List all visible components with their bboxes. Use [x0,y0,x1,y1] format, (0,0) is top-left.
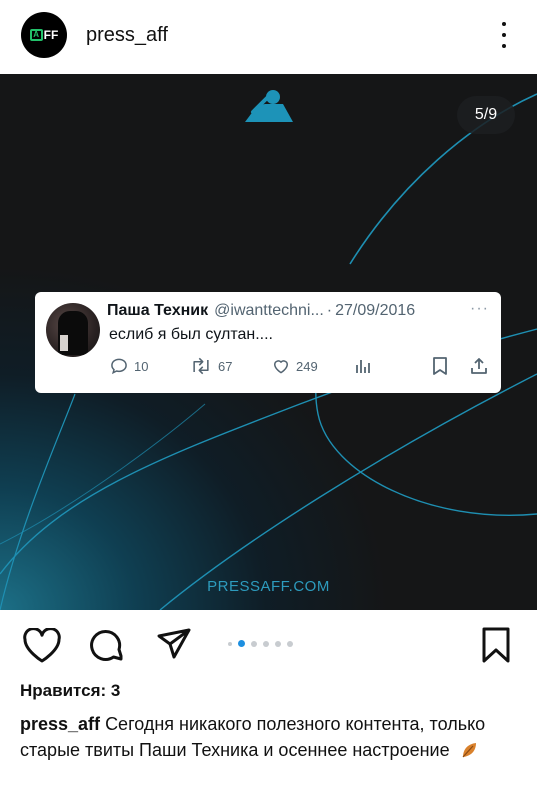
post-caption: press_aff Сегодня никакого полезного кон… [20,711,520,763]
tweet-card: Паша Техник @iwanttechni... · 27/09/2016… [35,292,501,393]
tweet-like: 249 [271,356,318,376]
tweet-date: 27/09/2016 [335,302,416,319]
tweet-separator: · [326,302,333,319]
like-count: 249 [296,358,318,374]
tweet-share [469,356,489,376]
tweet-avatar [46,303,100,357]
bookmark-icon[interactable] [480,626,512,664]
post-actions [0,610,537,678]
share-icon [471,358,487,374]
carousel-indicator [228,640,293,647]
tweet-bookmark-icon [433,357,447,375]
reply-count: 10 [134,358,149,374]
likes-label: Нравится: [20,681,107,700]
post-image[interactable]: 5/9 Паша Техник @iwanttechni... · 27/09/… [0,74,537,610]
press-aff-logo: A FF [29,28,58,42]
username[interactable]: press_aff [86,24,168,47]
tweet-header: Паша Техник @iwanttechni... · 27/09/2016 [107,302,415,320]
autumn-leaf-icon [462,743,476,758]
heart-icon[interactable] [22,628,62,664]
tweet-actions: 10 67 249 [109,356,489,378]
tweet-retweet: 67 [189,356,232,376]
likes-count[interactable]: Нравится: 3 [20,681,120,701]
post-header: A FF press_aff [0,0,537,74]
caption-username[interactable]: press_aff [20,714,100,734]
more-options-icon[interactable] [497,22,511,48]
tweet-reply: 10 [109,356,148,376]
send-icon[interactable] [156,626,192,662]
tweet-text: еслиб я был султан.... [109,326,273,343]
watermark: PRESSAFF.COM [207,578,330,595]
avatar[interactable]: A FF [21,12,67,58]
analytics-icon [356,360,370,373]
like-icon [274,360,288,374]
press-aff-brand-icon [245,90,293,122]
retweet-count: 67 [218,358,233,374]
tweet-bookmark [431,356,449,376]
reply-icon [111,358,127,375]
tweet-author-name: Паша Техник [107,302,209,319]
carousel-counter: 5/9 [457,96,515,134]
likes-number: 3 [110,681,121,700]
tweet-views [353,356,373,376]
tweet-menu-icon: ··· [470,300,489,317]
tweet-handle: @iwanttechni... [214,302,324,319]
retweet-icon [193,357,209,375]
comment-icon[interactable] [88,626,126,664]
